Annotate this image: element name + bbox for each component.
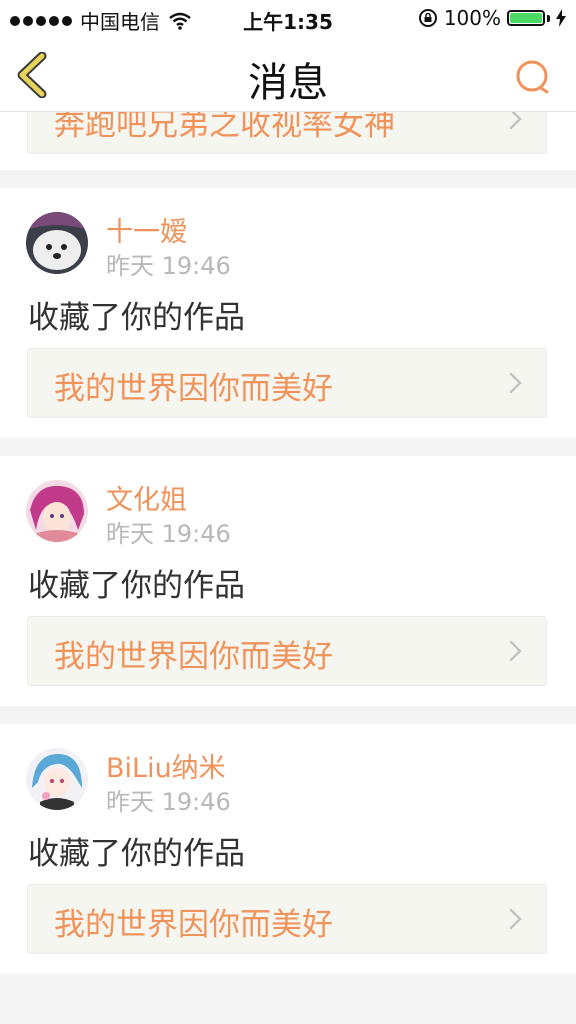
message-card: 十一嫒 昨天 19:46 收藏了你的作品 我的世界因你而美好 [0,188,576,438]
charging-icon [556,9,566,27]
message-card-partial: 奔跑吧兄弟之收视率女神 [0,112,576,170]
user-name[interactable]: 文化姐 [106,478,187,517]
battery-percent: 100% [443,6,501,30]
page-title: 消息 [248,60,328,106]
rotation-lock-icon [418,9,437,27]
work-title: 我的世界因你而美好 [54,907,333,943]
battery-icon [507,10,545,26]
action-text: 收藏了你的作品 [28,568,245,604]
chevron-right-icon [509,112,522,130]
work-link[interactable]: 奔跑吧兄弟之收视率女神 [27,112,547,154]
chevron-right-icon [509,640,522,662]
chevron-right-icon [509,372,522,394]
work-title: 奔跑吧兄弟之收视率女神 [54,112,395,143]
avatar[interactable] [26,748,88,810]
action-text: 收藏了你的作品 [28,836,245,872]
nav-bar: 消息 [0,38,576,112]
timestamp: 昨天 19:46 [106,252,231,280]
search-button[interactable] [514,58,552,96]
message-card: 文化姐 昨天 19:46 收藏了你的作品 我的世界因你而美好 [0,456,576,706]
work-link[interactable]: 我的世界因你而美好 [27,884,547,954]
timestamp: 昨天 19:46 [106,788,231,816]
avatar[interactable] [26,212,88,274]
message-feed[interactable]: 奔跑吧兄弟之收视率女神 十一嫒 昨天 19:46 收藏了你的作品 我的世界因你而… [0,112,576,974]
work-link[interactable]: 我的世界因你而美好 [27,348,547,418]
status-bar: 中国电信 上午1:35 100% [0,0,576,38]
status-right: 100% [418,6,566,30]
timestamp: 昨天 19:46 [106,520,231,548]
work-title: 我的世界因你而美好 [54,639,333,675]
chevron-right-icon [509,908,522,930]
user-name[interactable]: 十一嫒 [106,210,187,249]
action-text: 收藏了你的作品 [28,300,245,336]
avatar[interactable] [26,480,88,542]
work-title: 我的世界因你而美好 [54,371,333,407]
message-card: BiLiu纳米 昨天 19:46 收藏了你的作品 我的世界因你而美好 [0,724,576,974]
search-icon [516,60,549,94]
work-link[interactable]: 我的世界因你而美好 [27,616,547,686]
user-name[interactable]: BiLiu纳米 [106,746,226,785]
